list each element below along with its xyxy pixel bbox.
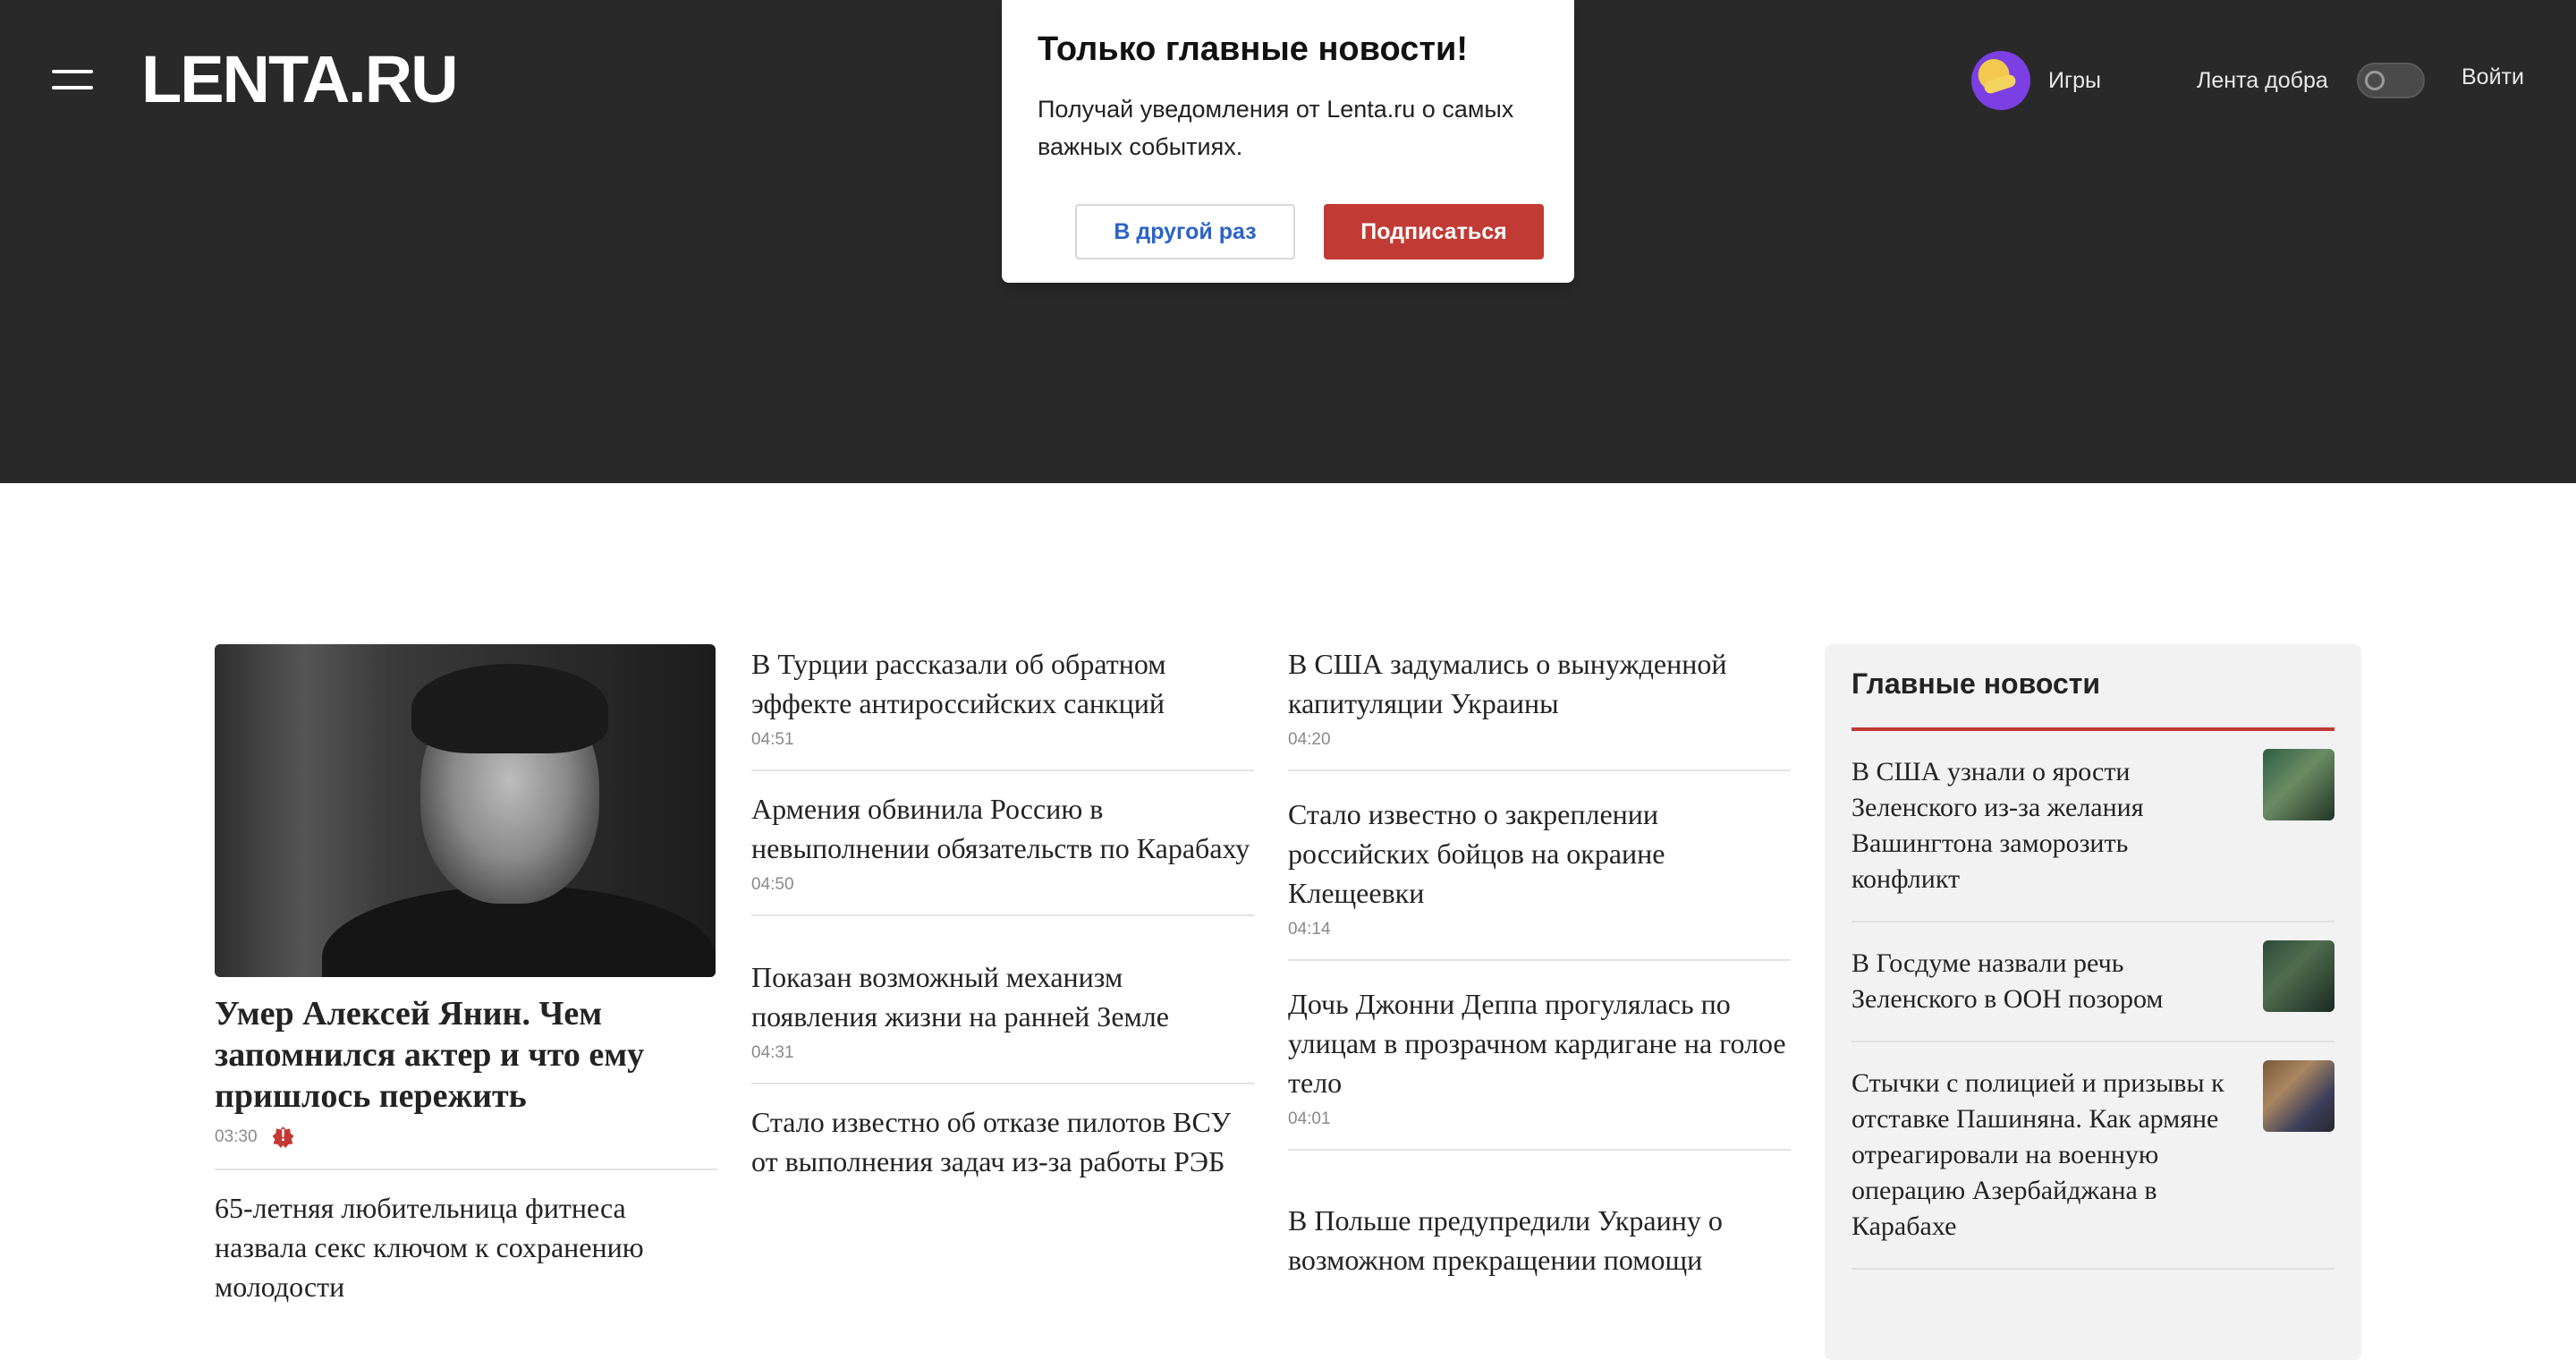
menu-icon[interactable]	[52, 66, 93, 93]
news-headline: Стало известно об отказе пилотов ВСУ от …	[751, 1106, 1232, 1177]
popup-text: Получай уведомления от Lenta.ru о самых …	[1038, 96, 1514, 160]
news-thumbnail	[2263, 1060, 2334, 1132]
news-headline: В Польше предупредили Украину о возможно…	[1288, 1204, 1723, 1276]
login-link[interactable]: Войти	[2462, 64, 2524, 90]
news-column-2: В Турции рассказали об обратном эффекте …	[751, 644, 1254, 1201]
news-time: 04:14	[1288, 920, 1331, 939]
lead-meta: 03:30 !	[215, 1124, 717, 1151]
notification-popup: Только главные новости! Получай уведомле…	[1002, 0, 1574, 283]
news-card[interactable]: Армения обвинила Россию в невыполнении о…	[751, 771, 1254, 914]
games-link[interactable]: Игры	[1971, 50, 2101, 111]
news-time: 04:50	[751, 875, 794, 894]
sidebar-headline: В США узнали о ярости Зеленского из-за ж…	[1852, 757, 2144, 894]
sidebar-news-item[interactable]: Стычки с полицией и призывы к отставке П…	[1852, 1042, 2334, 1270]
top-news-sidebar: Главные новости В США узнали о ярости Зе…	[1825, 644, 2361, 1360]
news-headline: 65-летняя любительница фитнеса назвала с…	[215, 1192, 644, 1303]
news-headline: Дочь Джонни Деппа прогулялась по улицам …	[1288, 988, 1786, 1099]
breaking-badge-icon: !	[270, 1124, 297, 1151]
news-card[interactable]: Стало известно об отказе пилотов ВСУ от …	[751, 1084, 1254, 1201]
good-feed-label: Лента добра	[2197, 67, 2328, 93]
sidebar-news-item[interactable]: В США узнали о ярости Зеленского из-за ж…	[1852, 731, 2334, 922]
news-card[interactable]: В США задумались о вынужденной капитуляц…	[1288, 644, 1791, 769]
news-card[interactable]: Дочь Джонни Деппа прогулялась по улицам …	[1288, 961, 1791, 1149]
news-column-1: Умер Алексей Янин. Чем запомнился актер …	[215, 644, 717, 1326]
lead-time: 03:30	[215, 1127, 258, 1146]
good-feed-control: Лента добра	[2197, 63, 2425, 98]
sidebar-headline: Стычки с полицией и призывы к отставке П…	[1852, 1068, 2224, 1241]
popup-title: Только главные новости!	[1038, 30, 1468, 68]
sidebar-news-item[interactable]: В Госдуме назвали речь Зеленского в ООН …	[1852, 922, 2334, 1042]
news-card[interactable]: В Польше предупредили Украину о возможно…	[1288, 1151, 1791, 1299]
news-headline: Стало известно о закреплении российских …	[1288, 798, 1665, 909]
sidebar-headline: В Госдуме назвали речь Зеленского в ООН …	[1852, 948, 2164, 1014]
news-column-3: В США задумались о вынужденной капитуляц…	[1288, 644, 1791, 1299]
news-time: 04:20	[1288, 730, 1331, 749]
lead-photo[interactable]	[215, 644, 716, 977]
news-headline: Показан возможный механизм появления жиз…	[751, 961, 1169, 1033]
news-card[interactable]: Показан возможный механизм появления жиз…	[751, 916, 1254, 1083]
news-time: 04:01	[1288, 1109, 1331, 1128]
later-button[interactable]: В другой раз	[1075, 204, 1295, 259]
site-logo[interactable]: LENTA.RU	[141, 47, 459, 113]
news-card[interactable]: В Турции рассказали об обратном эффекте …	[751, 644, 1254, 769]
news-card[interactable]: 65-летняя любительница фитнеса назвала с…	[215, 1170, 717, 1326]
games-label: Игры	[2048, 67, 2101, 93]
news-headline: В Турции рассказали об обратном эффекте …	[751, 648, 1166, 719]
news-headline: Армения обвинила Россию в невыполнении о…	[751, 793, 1250, 864]
news-thumbnail	[2263, 940, 2334, 1012]
news-time: 04:31	[751, 1043, 794, 1062]
news-thumbnail	[2263, 749, 2334, 820]
gamepad-icon	[1971, 51, 2030, 110]
good-feed-toggle[interactable]	[2356, 63, 2425, 98]
lead-headline[interactable]: Умер Алексей Янин. Чем запомнился актер …	[215, 993, 717, 1117]
toggle-knob	[2364, 71, 2385, 90]
news-headline: В США задумались о вынужденной капитуляц…	[1288, 648, 1727, 719]
popup-buttons: В другой раз Подписаться	[1075, 204, 1544, 259]
subscribe-button[interactable]: Подписаться	[1324, 204, 1544, 259]
news-card[interactable]: Стало известно о закреплении российских …	[1288, 771, 1791, 959]
news-time: 04:51	[751, 730, 794, 749]
sidebar-title: Главные новости	[1852, 667, 2334, 731]
